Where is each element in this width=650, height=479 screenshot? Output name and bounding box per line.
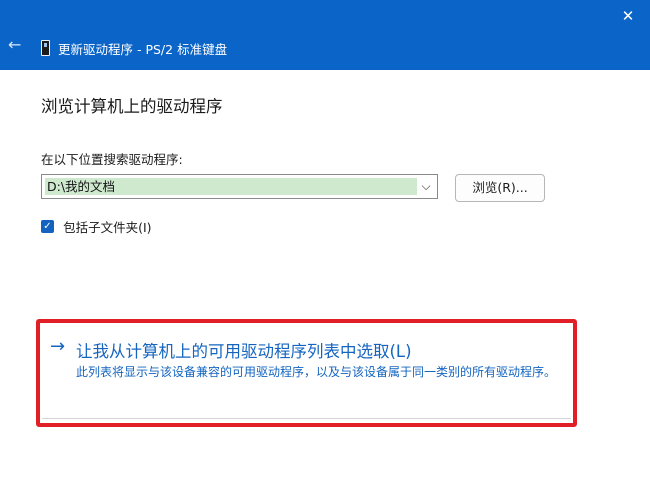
search-location-label: 在以下位置搜索驱动程序: bbox=[41, 152, 183, 167]
chevron-down-icon[interactable]: ⌵ bbox=[419, 177, 433, 195]
window-title: 更新驱动程序 - PS/2 标准键盘 bbox=[58, 42, 228, 57]
wizard-content: 浏览计算机上的驱动程序 在以下位置搜索驱动程序: D:\我的文档 ⌵ 浏览(R)… bbox=[0, 70, 650, 479]
include-subfolders-label[interactable]: 包括子文件夹(I) bbox=[63, 217, 151, 236]
keyboard-device-icon bbox=[41, 40, 50, 56]
include-subfolders-option[interactable]: ✓ 包括子文件夹(I) bbox=[41, 216, 152, 235]
page-heading: 浏览计算机上的驱动程序 bbox=[41, 97, 223, 116]
include-subfolders-checkbox[interactable]: ✓ bbox=[41, 220, 54, 233]
browse-button[interactable]: 浏览(R)... bbox=[455, 174, 545, 202]
pick-from-list-option[interactable]: → 让我从计算机上的可用驱动程序列表中选取(L) 此列表将显示与该设备兼容的可用… bbox=[36, 319, 577, 427]
pick-from-list-link[interactable]: 让我从计算机上的可用驱动程序列表中选取(L) bbox=[76, 338, 412, 362]
arrow-right-icon: → bbox=[50, 336, 66, 357]
close-icon[interactable]: ✕ bbox=[616, 4, 640, 28]
title-bar: ✕ ← 更新驱动程序 - PS/2 标准键盘 bbox=[0, 0, 650, 70]
search-path-combobox[interactable]: D:\我的文档 ⌵ bbox=[41, 174, 438, 199]
divider bbox=[42, 418, 571, 419]
search-path-value[interactable]: D:\我的文档 bbox=[45, 178, 417, 195]
pick-from-list-description: 此列表将显示与该设备兼容的可用驱动程序，以及与该设备属于同一类别的所有驱动程序。 bbox=[76, 365, 557, 379]
back-arrow-icon[interactable]: ← bbox=[8, 36, 26, 54]
